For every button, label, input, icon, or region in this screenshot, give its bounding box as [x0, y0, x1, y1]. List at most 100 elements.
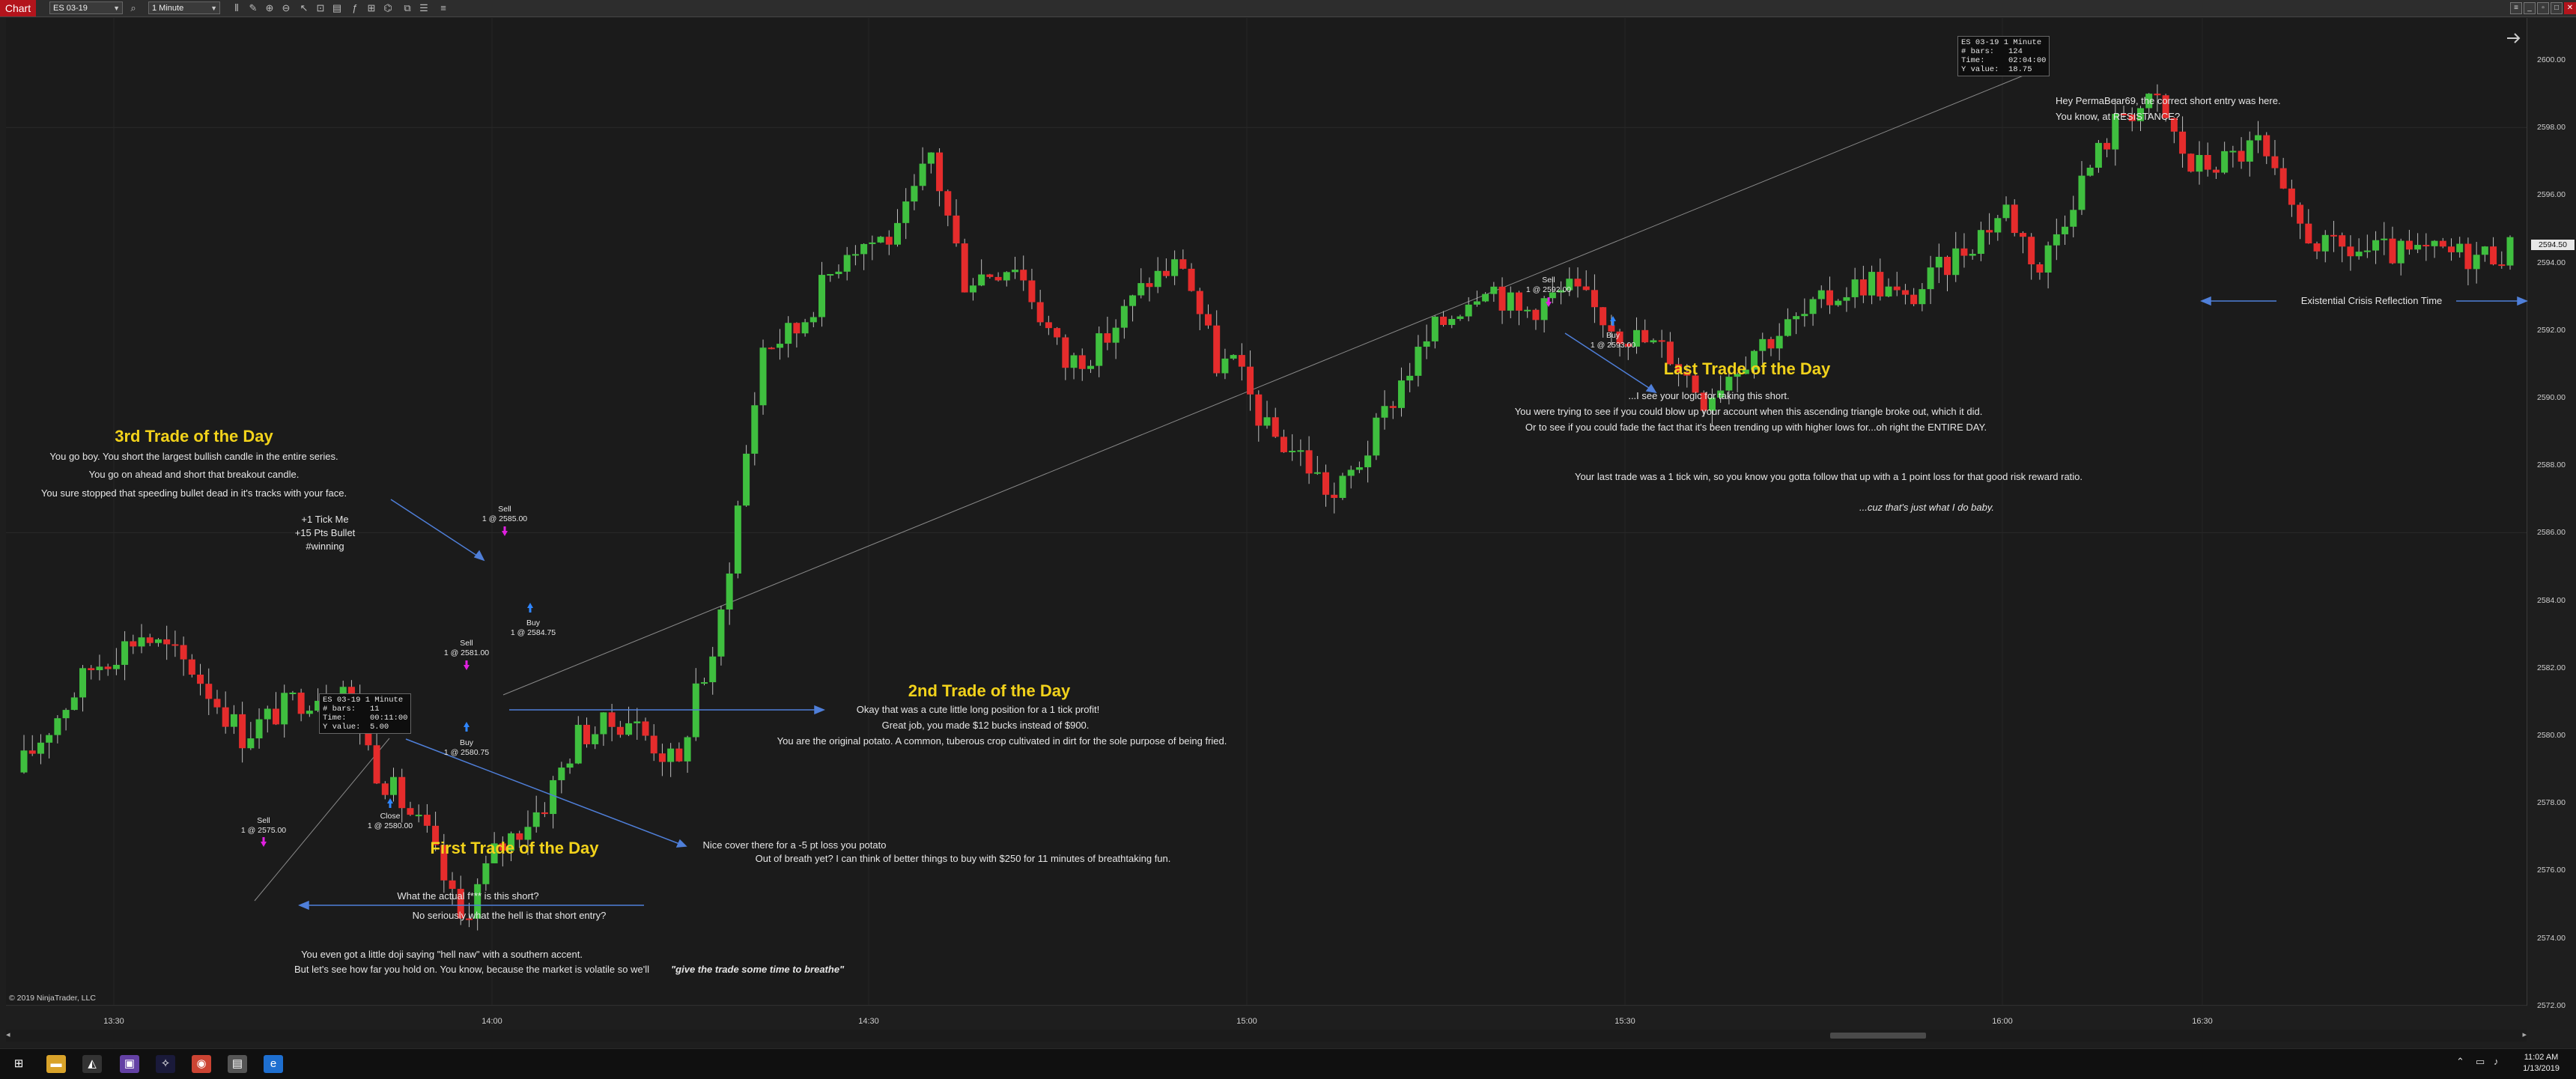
taskbar-clock[interactable]: 11:02 AM 1/13/2019 — [2523, 1052, 2560, 1075]
bullish-candle — [785, 323, 792, 344]
bullish-candle — [726, 573, 733, 610]
bearish-candle — [1213, 325, 1221, 374]
windows-start-icon[interactable]: ⊞ — [9, 1055, 28, 1073]
bearish-candle — [2339, 235, 2346, 247]
last-price-flag: 2594.50 — [2531, 240, 2575, 250]
bearish-candle — [1901, 290, 1909, 295]
bullish-candle — [37, 742, 44, 754]
bullish-candle — [2355, 252, 2363, 257]
price-axis-label: 2578.00 — [2537, 798, 2566, 808]
bullish-candle — [121, 641, 129, 665]
bullish-candle — [1423, 341, 1430, 347]
last-trade-line: ...I see your logic for taking this shor… — [1628, 390, 1790, 401]
bearish-candle — [2297, 204, 2304, 224]
bearish-candle — [1146, 283, 1153, 288]
horizontal-scrollbar[interactable]: ◂ ▸ — [6, 1030, 2527, 1042]
bearish-candle — [1054, 328, 1061, 338]
bearish-candle — [1591, 290, 1598, 308]
bullish-candle — [625, 723, 633, 735]
scroll-right-icon[interactable]: ▸ — [2522, 1030, 2527, 1039]
chrome-icon[interactable]: ◉ — [192, 1055, 211, 1073]
bullish-candle — [1003, 272, 1010, 281]
bearish-candle — [1910, 294, 1918, 305]
bearish-candle — [2271, 156, 2279, 168]
bullish-candle — [1843, 297, 1850, 301]
bullish-candle — [1154, 270, 1161, 288]
execution-label: Buy 1 @ 2580.75 — [443, 738, 490, 757]
app-icon[interactable]: ✧ — [156, 1055, 175, 1073]
execution-label: Sell 1 @ 2575.00 — [240, 816, 287, 835]
bullish-candle — [1801, 314, 1808, 317]
bearish-candle — [28, 750, 36, 754]
clock-date: 1/13/2019 — [2523, 1064, 2560, 1073]
bullish-candle — [717, 609, 725, 657]
bearish-candle — [1179, 259, 1187, 269]
bearish-candle — [2305, 223, 2312, 244]
volume-icon[interactable]: ♪ — [2494, 1056, 2499, 1067]
bullish-candle — [1221, 358, 1229, 374]
scrollbar-thumb[interactable] — [1830, 1033, 1926, 1039]
trade1-doji-line: You even got a little doji saying "hell … — [301, 949, 583, 960]
bearish-candle — [239, 714, 246, 749]
bullish-candle — [2473, 255, 2480, 270]
bearish-candle — [1582, 286, 1590, 291]
bullish-candle — [1347, 469, 1355, 476]
bearish-candle — [1986, 230, 1993, 233]
price-chart-svg — [6, 18, 2528, 1006]
bullish-candle — [1868, 272, 1876, 296]
price-axis-label: 2586.00 — [2537, 528, 2566, 538]
bearish-candle — [2103, 142, 2111, 150]
trade2-line: Okay that was a cute little long positio… — [856, 704, 1100, 715]
file-explorer-icon[interactable]: ▬ — [46, 1055, 66, 1073]
trade3-line: You sure stopped that speeding bullet de… — [40, 487, 347, 499]
bullish-candle — [835, 271, 842, 275]
bullish-candle — [1381, 406, 1388, 418]
bullish-candle — [1112, 327, 1120, 343]
bearish-candle — [1944, 256, 1951, 276]
bullish-candle — [20, 750, 28, 773]
bullish-candle — [1952, 248, 1960, 276]
buy-marker-icon — [527, 603, 533, 613]
ninjatrader-icon[interactable]: ◭ — [82, 1055, 102, 1073]
bullish-candle — [743, 453, 750, 506]
bearish-candle — [1062, 337, 1069, 368]
bearish-candle — [953, 215, 960, 244]
bearish-candle — [171, 644, 179, 646]
bearish-candle — [1641, 329, 1649, 343]
bearish-candle — [1859, 279, 1867, 296]
bullish-candle — [1927, 267, 1934, 290]
arrowhead — [814, 705, 825, 715]
bullish-candle — [2044, 245, 2052, 273]
bearish-candle — [1877, 272, 1884, 297]
price-axis-label: 2600.00 — [2537, 55, 2566, 64]
desktop-app-icon[interactable]: ▤ — [228, 1055, 247, 1073]
bearish-candle — [1767, 338, 1775, 349]
bearish-candle — [1045, 322, 1052, 329]
bearish-candle — [1036, 302, 1044, 323]
arrowhead — [2200, 296, 2211, 306]
bullish-candle — [2506, 237, 2514, 266]
bullish-candle — [1397, 380, 1405, 408]
last-trade-line: Or to see if you could fade the fact tha… — [1525, 422, 1987, 433]
annotation-arrow-trade3 — [390, 499, 480, 558]
bullish-candle — [1817, 290, 1825, 300]
bullish-candle — [566, 763, 574, 768]
bearish-candle — [1498, 286, 1506, 311]
tray-expand-icon[interactable]: ⌃ — [2456, 1056, 2464, 1068]
bullish-candle — [482, 863, 490, 884]
bullish-candle — [667, 748, 675, 762]
edge-icon[interactable]: e — [264, 1055, 283, 1073]
bearish-candle — [2263, 135, 2270, 156]
bearish-candle — [2238, 151, 2245, 162]
buy-marker-icon — [1610, 316, 1616, 326]
bullish-candle — [1431, 316, 1439, 341]
twitch-icon[interactable]: ▣ — [120, 1055, 139, 1073]
price-axis-label: 2576.00 — [2537, 866, 2566, 875]
scroll-left-icon[interactable]: ◂ — [6, 1030, 10, 1039]
bullish-candle — [154, 639, 162, 643]
trade3-line: You go on ahead and short that breakout … — [88, 469, 300, 480]
bearish-candle — [1826, 290, 1833, 306]
network-icon[interactable]: ▭ — [2476, 1056, 2485, 1068]
bullish-candle — [1087, 365, 1094, 369]
bearish-candle — [2179, 131, 2187, 154]
